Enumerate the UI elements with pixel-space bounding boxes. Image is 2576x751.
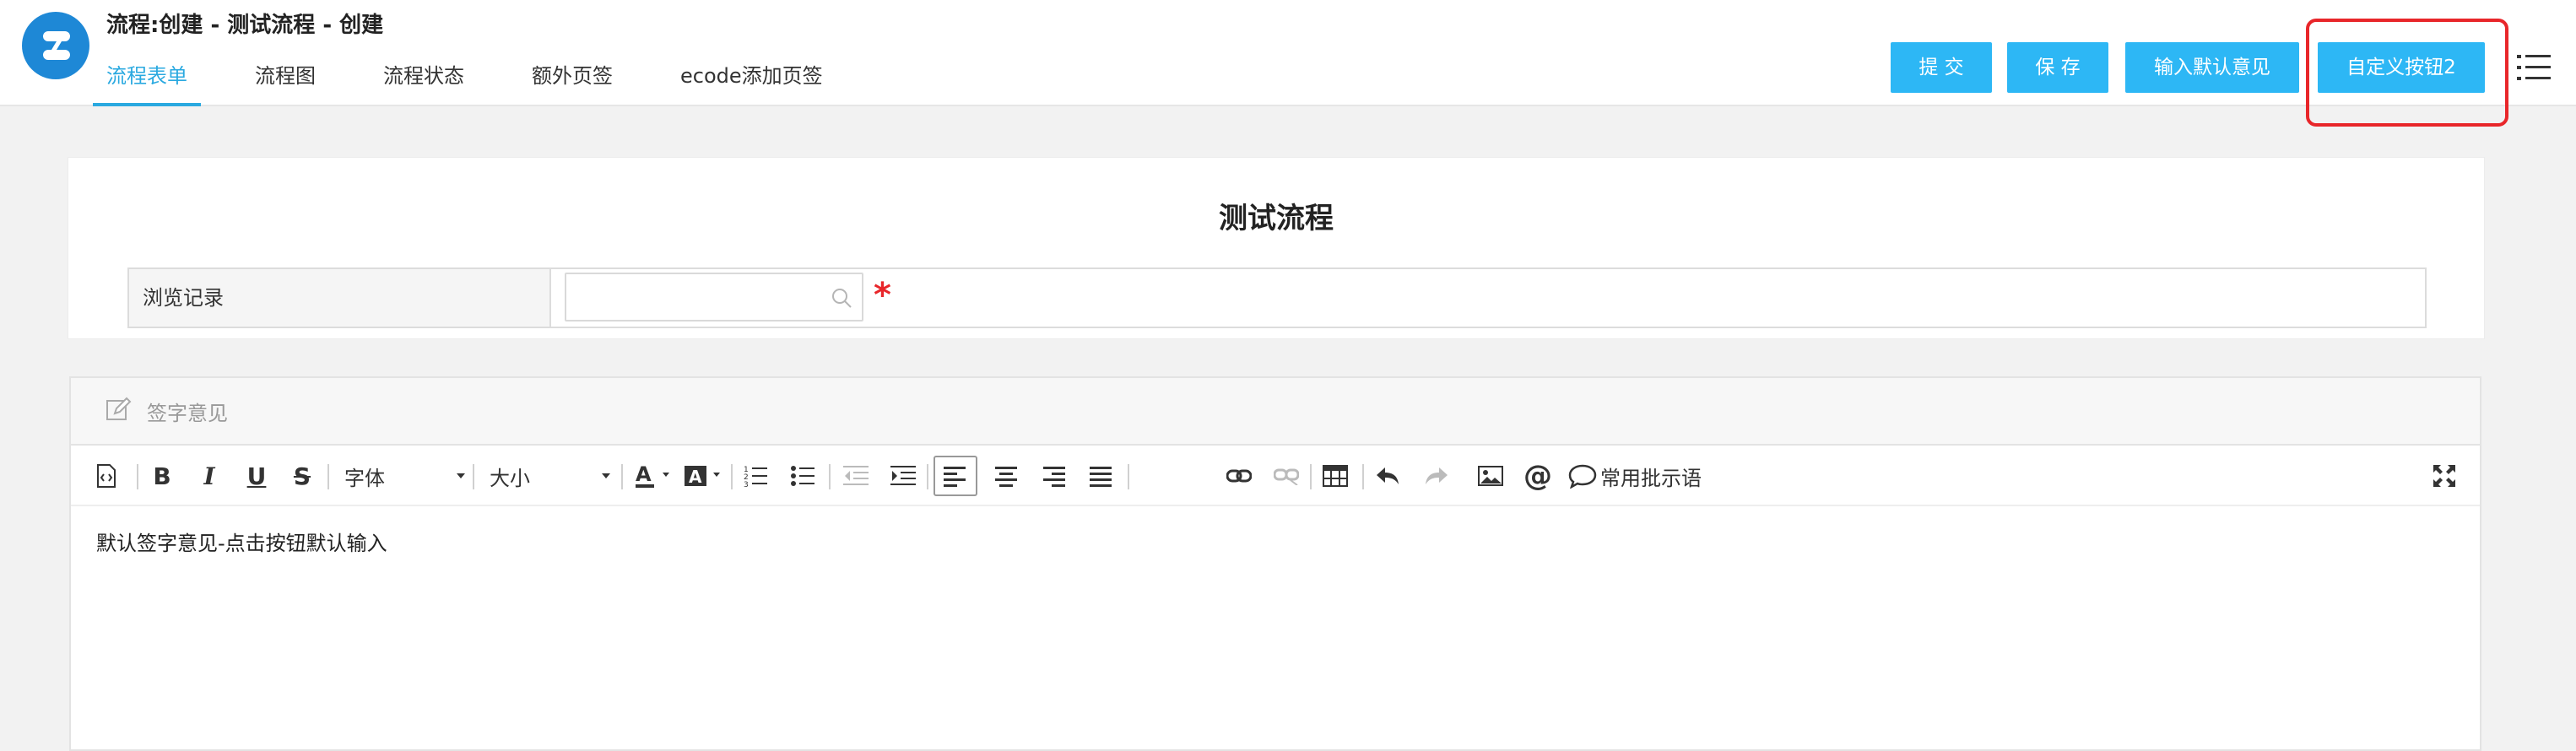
align-justify-icon[interactable] xyxy=(1084,461,1118,491)
ordered-list-icon[interactable]: 123 xyxy=(739,461,773,491)
bold-icon[interactable]: B xyxy=(147,461,177,491)
save-button[interactable]: 保 存 xyxy=(2007,42,2108,93)
font-size-select[interactable]: 大小 xyxy=(483,461,618,491)
table-icon[interactable] xyxy=(1318,461,1352,491)
workflow-logo-icon xyxy=(43,31,70,60)
caret-down-icon xyxy=(457,473,465,478)
toolbar-separator xyxy=(1310,464,1312,489)
field-label: 浏览记录 xyxy=(129,269,551,327)
app-logo xyxy=(22,12,89,79)
list-menu-icon[interactable] xyxy=(2517,52,2551,83)
background-color-icon[interactable]: A xyxy=(682,461,726,491)
svg-text:3: 3 xyxy=(744,481,749,488)
image-icon[interactable] xyxy=(1474,461,1507,491)
field-cell: * xyxy=(551,269,2425,327)
toolbar-separator xyxy=(927,464,928,489)
indent-icon[interactable] xyxy=(886,461,920,491)
toolbar-separator xyxy=(1128,464,1129,489)
form-row-browse-record: 浏览记录 * xyxy=(127,267,2427,328)
align-right-icon[interactable] xyxy=(1036,461,1070,491)
tab-flow-form[interactable]: 流程表单 xyxy=(93,59,201,106)
align-center-icon[interactable] xyxy=(989,461,1023,491)
tab-bar: 流程表单 流程图 流程状态 额外页签 ecode添加页签 xyxy=(93,59,877,106)
unlink-icon[interactable] xyxy=(1269,461,1303,491)
common-phrases-button[interactable]: 常用批示语 xyxy=(1568,461,1712,491)
caret-down-icon xyxy=(602,473,610,478)
align-left-icon[interactable] xyxy=(934,456,977,496)
toolbar-separator xyxy=(137,464,138,489)
svg-text:A: A xyxy=(636,462,652,486)
toolbar-separator xyxy=(327,464,329,489)
tab-flow-chart[interactable]: 流程图 xyxy=(241,59,329,106)
toolbar-separator xyxy=(731,464,733,489)
tab-extra[interactable]: 额外页签 xyxy=(518,59,626,106)
scroll-gutter xyxy=(2557,106,2576,751)
speech-bubble-icon xyxy=(1568,464,1597,489)
custom-button-2[interactable]: 自定义按钮2 xyxy=(2318,42,2485,93)
font-family-label: 字体 xyxy=(344,466,385,490)
editor-header-label: 签字意见 xyxy=(147,402,228,425)
browse-record-input[interactable] xyxy=(565,273,863,321)
font-size-label: 大小 xyxy=(490,466,530,490)
italic-icon[interactable]: I xyxy=(194,461,225,491)
link-icon[interactable] xyxy=(1222,461,1256,491)
font-color-icon[interactable]: A xyxy=(631,461,675,491)
form-title: 测试流程 xyxy=(1219,202,1334,235)
undo-icon[interactable] xyxy=(1371,461,1404,491)
source-code-icon[interactable] xyxy=(91,461,122,491)
outdent-icon[interactable] xyxy=(839,461,873,491)
required-indicator: * xyxy=(874,276,891,315)
search-icon[interactable] xyxy=(830,286,853,310)
editor-content[interactable]: 默认签字意见-点击按钮默认输入 xyxy=(71,506,2480,581)
strikethrough-icon[interactable]: S xyxy=(287,461,317,491)
toolbar-separator xyxy=(829,464,831,489)
submit-button[interactable]: 提 交 xyxy=(1891,42,1992,93)
fullscreen-icon[interactable] xyxy=(2427,461,2461,491)
underline-icon[interactable]: U xyxy=(241,461,272,491)
signature-opinion-editor: 签字意见 B I U S 字体 大小 A A 123 @ 常用批示语 默认签字意… xyxy=(69,376,2481,751)
app-header: 流程:创建 - 测试流程 - 创建 流程表单 流程图 流程状态 额外页签 eco… xyxy=(0,0,2576,127)
toolbar-separator xyxy=(621,464,623,489)
toolbar-separator xyxy=(473,464,474,489)
tab-ecode[interactable]: ecode添加页签 xyxy=(667,59,836,106)
form-card: 测试流程 浏览记录 * xyxy=(68,157,2485,339)
svg-text:A: A xyxy=(689,467,702,487)
edit-icon xyxy=(106,397,132,420)
font-family-select[interactable]: 字体 xyxy=(338,461,473,491)
default-opinion-button[interactable]: 输入默认意见 xyxy=(2125,42,2299,93)
redo-icon[interactable] xyxy=(1420,461,1453,491)
toolbar-separator xyxy=(1362,464,1364,489)
common-phrases-label: 常用批示语 xyxy=(1600,466,1702,490)
tab-flow-status[interactable]: 流程状态 xyxy=(370,59,478,106)
editor-header: 签字意见 xyxy=(71,378,2480,446)
mention-icon[interactable]: @ xyxy=(1521,459,1555,493)
page-title: 流程:创建 - 测试流程 - 创建 xyxy=(106,13,384,38)
editor-toolbar: B I U S 字体 大小 A A 123 @ 常用批示语 xyxy=(71,446,2480,506)
unordered-list-icon[interactable] xyxy=(787,461,820,491)
